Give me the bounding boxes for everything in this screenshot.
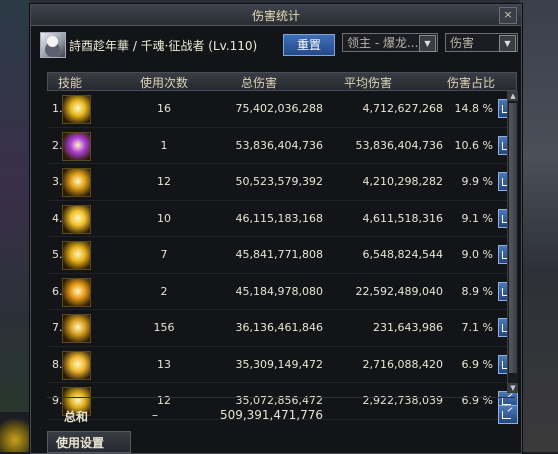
game-background-right [520,0,558,452]
chevron-down-icon[interactable]: ▼ [419,35,436,52]
golden-strike-skill-icon[interactable] [62,168,91,197]
character-name: 詩酉趁年華 / 千魂·征战者 (Lv.110) [69,39,258,53]
table-row: 4. 10 46,115,183,168 4,611,518,316 9.1 % [47,201,518,237]
row-index: 3. [52,175,63,188]
scroll-up-icon[interactable]: ▲ [508,91,518,101]
row-damage-percent: 7.1 % [461,321,493,334]
col-avg: 平均伤害 [344,76,393,90]
settings-button[interactable]: 使用设置 [47,431,131,453]
row-total-damage: 46,115,183,168 [235,211,323,225]
row-average-damage: 53,836,404,736 [355,138,443,152]
share-icon[interactable] [498,405,518,424]
row-damage-percent: 6.9 % [461,357,493,371]
window-title: 伤害统计 [251,9,300,23]
row-index: 2. [52,138,63,152]
table-header: 技能 使用次数 总伤害 平均伤害 伤害占比 [47,72,517,91]
table-row: 7. 156 36,136,461,846 231,643,986 7.1 % [47,310,518,347]
row-damage-percent: 14.8 % [454,102,493,115]
table-row: 8. 13 35,309,149,472 2,716,088,420 6.9 % [47,347,518,383]
row-average-damage: 2,716,088,420 [362,357,443,371]
row-uses: 10 [157,211,171,225]
row-average-damage: 6,548,824,544 [362,248,443,261]
character-avatar [40,32,66,58]
game-background-left [0,0,30,452]
row-damage-percent: 8.9 % [461,284,493,298]
scrollbar[interactable]: ▲ ▼ [507,91,518,393]
row-index: 4. [52,211,63,225]
row-index: 1. [52,102,63,115]
window-titlebar[interactable]: 伤害统计 × [31,5,521,26]
row-total-damage: 45,184,978,080 [235,284,323,298]
game-hud-orb [0,412,30,452]
reset-button[interactable]: 重置 [283,34,335,56]
damage-stats-window: 伤害统计 × 詩酉趁年華 / 千魂·征战者 (Lv.110) 重置 领主 - 爆… [30,4,522,454]
total-uses: – [152,408,158,422]
row-index: 6. [52,284,63,298]
row-uses: 16 [157,102,171,115]
metric-select[interactable]: 伤害 ▼ [445,33,518,52]
target-select-value: 领主 - 爆龙... [347,36,419,50]
col-uses: 使用次数 [140,76,189,90]
skill-damage-list: 1. 16 75,402,036,288 4,712,627,268 14.8 … [47,91,518,420]
golden-spikes-skill-icon[interactable] [62,204,91,234]
total-row: 总和 – 509,391,471,776 [47,397,518,430]
chevron-down-icon[interactable]: ▼ [499,35,516,52]
golden-dash-skill-icon[interactable] [62,314,91,343]
golden-wave-skill-icon[interactable] [62,350,91,380]
character-header: 詩酉趁年華 / 千魂·征战者 (Lv.110) 重置 领主 - 爆龙... ▼ … [31,26,521,62]
row-average-damage: 22,592,489,040 [355,284,443,298]
row-index: 8. [52,357,63,371]
table-row: 3. 12 50,523,579,392 4,210,298,282 9.9 % [47,164,518,201]
total-damage: 509,391,471,776 [219,408,323,422]
col-skill: 技能 [58,76,83,90]
row-total-damage: 36,136,461,846 [235,321,323,334]
target-select[interactable]: 领主 - 爆龙... ▼ [342,33,438,52]
total-label: 总和 [64,410,89,424]
row-total-damage: 35,309,149,472 [235,357,323,371]
col-pct: 伤害占比 [447,76,496,90]
row-total-damage: 75,402,036,288 [235,102,323,115]
purple-burst-skill-icon[interactable] [62,131,91,161]
row-uses: 156 [153,321,175,334]
golden-thrust-skill-icon[interactable] [62,241,91,270]
row-total-damage: 50,523,579,392 [235,175,323,188]
scroll-down-icon[interactable]: ▼ [508,383,518,393]
row-damage-percent: 10.6 % [454,138,493,152]
row-uses: 2 [160,284,168,298]
scrollbar-thumb[interactable] [509,103,517,373]
close-button[interactable]: × [499,7,517,24]
row-uses: 12 [157,175,171,188]
row-index: 7. [52,321,63,334]
col-total: 总伤害 [241,76,278,90]
row-uses: 7 [160,248,168,261]
metric-select-value: 伤害 [450,36,475,50]
row-uses: 1 [160,138,168,152]
row-index: 5. [52,248,63,261]
row-damage-percent: 9.1 % [461,211,493,225]
row-total-damage: 45,841,771,808 [235,248,323,261]
table-row: 1. 16 75,402,036,288 4,712,627,268 14.8 … [47,91,518,128]
table-row: 2. 1 53,836,404,736 53,836,404,736 10.6 … [47,128,518,164]
row-total-damage: 53,836,404,736 [235,138,323,152]
golden-slash-skill-icon[interactable] [62,95,91,124]
row-average-damage: 4,210,298,282 [362,175,443,188]
row-average-damage: 4,712,627,268 [362,102,443,115]
table-row: 6. 2 45,184,978,080 22,592,489,040 8.9 % [47,274,518,310]
golden-spin-skill-icon[interactable] [62,277,91,307]
row-damage-percent: 9.9 % [461,175,493,188]
row-uses: 13 [157,357,171,371]
table-row: 5. 7 45,841,771,808 6,548,824,544 9.0 % [47,237,518,274]
row-damage-percent: 9.0 % [461,248,493,261]
row-average-damage: 231,643,986 [373,321,443,334]
row-average-damage: 4,611,518,316 [362,211,443,225]
